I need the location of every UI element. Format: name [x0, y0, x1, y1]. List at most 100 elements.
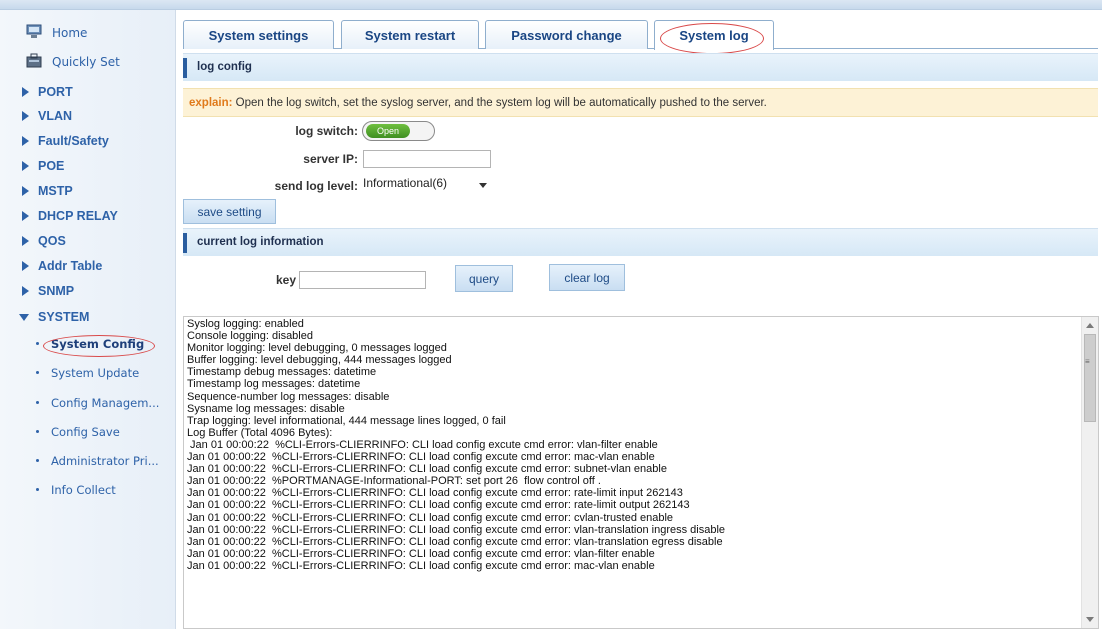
bullet-icon — [36, 459, 39, 462]
key-label: key — [275, 273, 296, 287]
log-line: Log Buffer (Total 4096 Bytes): — [187, 426, 333, 439]
scroll-up-arrow-icon[interactable] — [1086, 323, 1094, 328]
sidebar-item-label: DHCP RELAY — [38, 209, 118, 223]
sidebar-subitem-config-management[interactable]: Config Managem... — [0, 391, 176, 415]
log-line: Sysname log messages: disable — [187, 402, 345, 415]
send-log-level-select[interactable]: Informational(6) — [363, 176, 493, 194]
computer-icon — [26, 24, 42, 38]
log-switch-toggle[interactable]: Open — [362, 121, 435, 141]
sidebar-item-fault-safety[interactable]: Fault/Safety — [0, 128, 176, 154]
log-output-area[interactable]: Syslog logging: enabled Console logging: … — [183, 316, 1099, 629]
tab-bar: System settings System restart Password … — [183, 20, 1098, 50]
sidebar-item-addr-table[interactable]: Addr Table — [0, 253, 176, 279]
sidebar-item-qos[interactable]: QOS — [0, 228, 176, 254]
sidebar-subitem-label: Administrator Pri... — [51, 454, 159, 468]
sidebar-item-port[interactable]: PORT — [0, 79, 176, 105]
key-input[interactable] — [299, 271, 426, 289]
expand-arrow-icon — [22, 161, 29, 171]
tab-system-restart[interactable]: System restart — [341, 20, 479, 49]
expand-arrow-icon — [22, 87, 29, 97]
explain-text: Open the log switch, set the syslog serv… — [235, 97, 767, 109]
log-line: Jan 01 00:00:22 %CLI-Errors-CLIERRINFO: … — [187, 511, 674, 524]
log-line: Console logging: disabled — [187, 330, 313, 343]
top-header-bar — [0, 0, 1102, 10]
section-marker — [183, 233, 187, 253]
expand-arrow-icon — [22, 186, 29, 196]
expand-arrow-icon — [22, 236, 29, 246]
save-setting-button[interactable]: save setting — [183, 199, 276, 224]
log-line: Jan 01 00:00:22 %CLI-Errors-CLIERRINFO: … — [187, 559, 655, 572]
sidebar-item-label: Quickly Set — [52, 55, 120, 69]
log-line: Jan 01 00:00:22 %CLI-Errors-CLIERRINFO: … — [187, 463, 667, 476]
send-log-level-value: Informational(6) — [363, 176, 448, 190]
sidebar-item-label: Fault/Safety — [38, 134, 109, 148]
sidebar-subitem-label: Config Save — [51, 425, 120, 439]
clear-log-button[interactable]: clear log — [549, 264, 625, 291]
expand-arrow-icon — [22, 136, 29, 146]
log-switch-label: log switch: — [295, 124, 358, 138]
sidebar-subitem-administrator[interactable]: Administrator Pri... — [0, 449, 176, 473]
sidebar-item-label: QOS — [38, 234, 66, 248]
sidebar-nav: Home Quickly Set PORT VLAN Fault/Safety … — [0, 10, 176, 629]
sidebar-subitem-label: Info Collect — [51, 483, 116, 497]
sidebar-item-label: Home — [52, 26, 88, 40]
sidebar-item-system[interactable]: SYSTEM — [0, 304, 176, 330]
sidebar-subitem-label: Config Managem... — [51, 396, 160, 410]
sidebar-subitem-system-config[interactable]: System Config — [0, 332, 176, 356]
sidebar-item-home[interactable]: Home — [0, 20, 176, 46]
sidebar-subitem-label: System Config — [51, 337, 145, 351]
bullet-icon — [36, 488, 39, 491]
sidebar-item-snmp[interactable]: SNMP — [0, 278, 176, 304]
expand-arrow-icon — [22, 211, 29, 221]
scrollbar-grip-icon: ≡ — [1085, 357, 1090, 366]
current-log-header: current log information — [183, 228, 1098, 256]
log-line: Jan 01 00:00:22 %PORTMANAGE-Informationa… — [187, 475, 601, 488]
sidebar-item-label: MSTP — [38, 184, 73, 198]
expand-arrow-icon — [22, 261, 29, 271]
query-button[interactable]: query — [455, 265, 513, 292]
sidebar-subitem-system-update[interactable]: System Update — [0, 361, 176, 385]
expand-arrow-icon — [22, 286, 29, 296]
log-line: Jan 01 00:00:22 %CLI-Errors-CLIERRINFO: … — [187, 523, 726, 536]
sidebar-item-label: PORT — [38, 85, 73, 99]
section-title: current log information — [197, 236, 324, 248]
tab-system-settings[interactable]: System settings — [183, 20, 334, 49]
tab-system-log[interactable]: System log — [654, 20, 774, 50]
expand-arrow-icon — [22, 111, 29, 121]
bullet-icon — [36, 430, 39, 433]
explain-banner: explain: Open the log switch, set the sy… — [183, 88, 1098, 117]
tab-password-change[interactable]: Password change — [485, 20, 648, 49]
scroll-down-arrow-icon[interactable] — [1086, 617, 1094, 622]
sidebar-item-mstp[interactable]: MSTP — [0, 178, 176, 204]
sidebar-item-vlan[interactable]: VLAN — [0, 103, 176, 129]
server-ip-label: server IP: — [303, 152, 358, 166]
sidebar-item-label: SNMP — [38, 284, 75, 298]
bullet-icon — [36, 401, 39, 404]
sidebar-subitem-config-save[interactable]: Config Save — [0, 420, 176, 444]
log-line: Sequence-number log messages: disable — [187, 390, 390, 403]
log-line: Buffer logging: level debugging, 444 mes… — [187, 354, 452, 367]
log-line: Jan 01 00:00:22 %CLI-Errors-CLIERRINFO: … — [187, 451, 655, 464]
log-config-header: log config — [183, 53, 1098, 81]
section-title: log config — [197, 61, 252, 73]
sidebar-item-label: Addr Table — [38, 259, 103, 273]
sidebar-item-quickly-set[interactable]: Quickly Set — [0, 49, 176, 75]
log-switch-state: Open — [366, 124, 410, 138]
bullet-icon — [36, 342, 39, 345]
sidebar-item-dhcp-relay[interactable]: DHCP RELAY — [0, 203, 176, 229]
send-log-level-label: send log level: — [274, 179, 358, 193]
toolbox-icon — [26, 53, 42, 68]
server-ip-input[interactable] — [363, 150, 491, 168]
log-line: Trap logging: level informational, 444 m… — [187, 414, 506, 427]
scrollbar-thumb[interactable] — [1084, 334, 1096, 422]
sidebar-subitem-info-collect[interactable]: Info Collect — [0, 478, 176, 502]
collapse-arrow-icon — [19, 313, 29, 321]
sidebar-item-label: SYSTEM — [38, 310, 90, 324]
log-line: Jan 01 00:00:22 %CLI-Errors-CLIERRINFO: … — [187, 487, 683, 500]
dropdown-caret-icon — [479, 183, 487, 188]
sidebar-item-poe[interactable]: POE — [0, 153, 176, 179]
vertical-scrollbar[interactable]: ≡ — [1081, 317, 1098, 628]
section-marker — [183, 58, 187, 78]
sidebar-item-label: VLAN — [38, 109, 73, 123]
log-line: Timestamp log messages: datetime — [187, 378, 361, 391]
